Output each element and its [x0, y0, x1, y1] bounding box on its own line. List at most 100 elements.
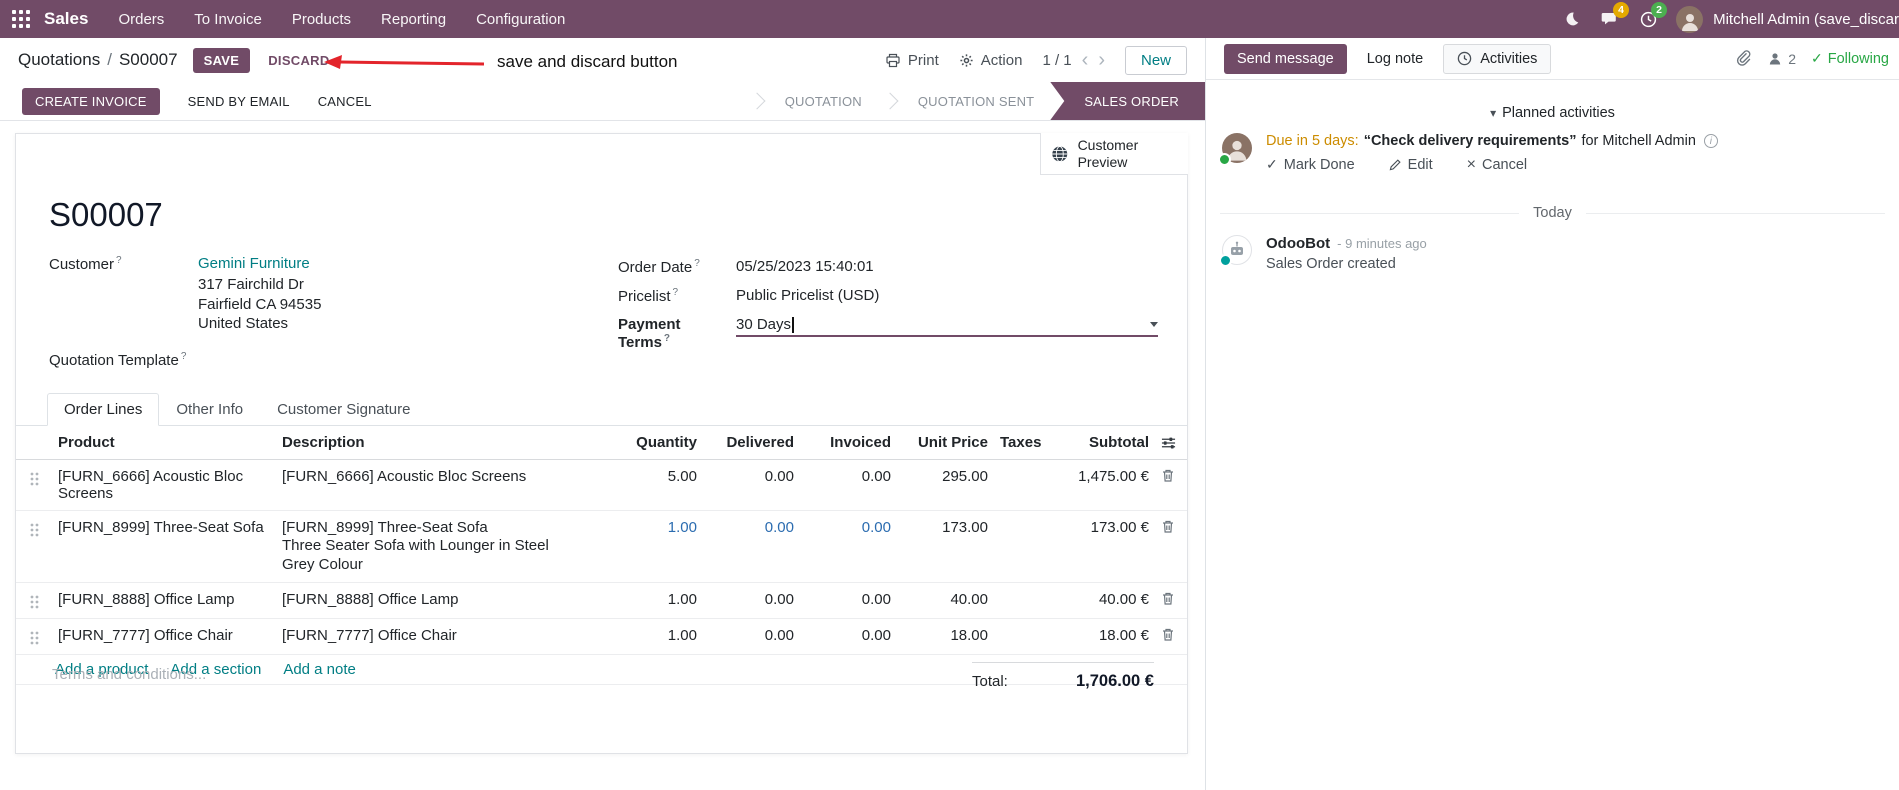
apps-grid-icon[interactable]	[12, 10, 30, 28]
gear-icon	[960, 53, 973, 67]
cell-product[interactable]: [FURN_6666] Acoustic Bloc Screens	[52, 459, 276, 511]
cell-quantity[interactable]: 1.00	[576, 510, 703, 583]
edit-activity-button[interactable]: Edit	[1389, 156, 1433, 173]
drag-handle-icon[interactable]	[16, 582, 52, 619]
payment-terms-field[interactable]: 30 Days	[736, 316, 1158, 337]
activity-item: Due in 5 days: “Check delivery requireme…	[1218, 133, 1899, 173]
save-button[interactable]: SAVE	[192, 47, 251, 73]
cell-invoiced[interactable]: 0.00	[800, 459, 897, 511]
planned-activities-toggle[interactable]: ▾ Planned activities	[1206, 105, 1899, 121]
cell-subtotal: 173.00 €	[1069, 510, 1155, 583]
cell-quantity[interactable]: 5.00	[576, 459, 703, 511]
cell-description[interactable]: [FURN_7777] Office Chair	[276, 618, 576, 655]
breadcrumb-quotations-link[interactable]: Quotations	[18, 50, 100, 70]
clock-icon	[1457, 51, 1472, 66]
menu-reporting[interactable]: Reporting	[381, 11, 446, 28]
paperclip-icon[interactable]	[1735, 50, 1752, 67]
delete-line-button[interactable]	[1155, 510, 1187, 583]
followers-button[interactable]: 2	[1767, 51, 1796, 67]
menu-products[interactable]: Products	[292, 11, 351, 28]
new-button[interactable]: New	[1124, 45, 1187, 75]
cell-taxes[interactable]	[994, 582, 1069, 619]
address-line: United States	[198, 315, 289, 332]
cell-unit-price[interactable]: 40.00	[897, 582, 994, 619]
delete-line-button[interactable]	[1155, 459, 1187, 511]
annotation-text: save and discard button	[497, 52, 678, 71]
log-note-button[interactable]: Log note	[1367, 51, 1423, 67]
messages-icon[interactable]: 4	[1600, 2, 1630, 29]
cell-description[interactable]: [FURN_8888] Office Lamp	[276, 582, 576, 619]
activities-button[interactable]: Activities	[1443, 43, 1552, 74]
cell-unit-price[interactable]: 18.00	[897, 618, 994, 655]
pricelist-field[interactable]: Public Pricelist (USD)	[736, 287, 879, 304]
user-name[interactable]: Mitchell Admin (save_discar	[1713, 11, 1899, 28]
terms-and-conditions-placeholder[interactable]: Terms and conditions...	[52, 666, 206, 683]
cancel-activity-button[interactable]: × Cancel	[1467, 156, 1527, 173]
menu-configuration[interactable]: Configuration	[476, 11, 565, 28]
cell-quantity[interactable]: 1.00	[576, 582, 703, 619]
cell-product[interactable]: [FURN_7777] Office Chair	[52, 618, 276, 655]
cancel-button[interactable]: CANCEL	[318, 94, 372, 109]
pager-count: 1 / 1	[1042, 51, 1072, 69]
cell-unit-price[interactable]: 173.00	[897, 510, 994, 583]
trash-icon	[1163, 592, 1173, 605]
tab-other-info[interactable]: Other Info	[159, 393, 260, 426]
following-button[interactable]: ✓ Following	[1811, 50, 1889, 67]
activity-avatar	[1218, 133, 1252, 166]
dropdown-caret-icon[interactable]	[1150, 322, 1158, 327]
activities-clock-icon[interactable]: 2	[1638, 2, 1668, 29]
column-settings-button[interactable]	[1155, 426, 1187, 460]
cell-description[interactable]: [FURN_8999] Three-Seat Sofa Three Seater…	[276, 510, 576, 583]
user-avatar[interactable]	[1676, 5, 1704, 33]
dark-mode-moon-icon[interactable]	[1562, 9, 1582, 29]
payment-terms-label: Payment Terms?	[618, 316, 681, 351]
cell-invoiced[interactable]: 0.00	[800, 582, 897, 619]
menu-to-invoice[interactable]: To Invoice	[194, 11, 262, 28]
order-date-field[interactable]: 05/25/2023 15:40:01	[736, 258, 874, 275]
cell-taxes[interactable]	[994, 459, 1069, 511]
cell-taxes[interactable]	[994, 510, 1069, 583]
info-icon[interactable]: i	[1703, 134, 1718, 148]
customer-preview-button[interactable]: Customer Preview	[1040, 133, 1188, 175]
cell-taxes[interactable]	[994, 618, 1069, 655]
cell-invoiced[interactable]: 0.00	[800, 618, 897, 655]
cell-delivered[interactable]: 0.00	[703, 510, 800, 583]
action-button[interactable]: Action	[959, 52, 1022, 69]
cell-description[interactable]: [FURN_6666] Acoustic Bloc Screens	[276, 459, 576, 511]
menu-orders[interactable]: Orders	[118, 11, 164, 28]
cell-delivered[interactable]: 0.00	[703, 582, 800, 619]
drag-handle-icon[interactable]	[16, 618, 52, 655]
drag-handle-icon[interactable]	[16, 510, 52, 583]
delete-line-button[interactable]	[1155, 582, 1187, 619]
stage-sales-order[interactable]: SALES ORDER	[1050, 82, 1205, 120]
customer-name-link[interactable]: Gemini Furniture	[198, 255, 310, 273]
cell-unit-price[interactable]: 295.00	[897, 459, 994, 511]
pager-previous-button[interactable]: ‹	[1082, 50, 1089, 70]
send-by-email-button[interactable]: SEND BY EMAIL	[188, 94, 290, 109]
print-button[interactable]: Print	[885, 52, 939, 69]
cell-invoiced[interactable]: 0.00	[800, 510, 897, 583]
mark-done-button[interactable]: ✓ Mark Done	[1266, 156, 1355, 173]
tab-order-lines[interactable]: Order Lines	[47, 393, 160, 426]
cell-product[interactable]: [FURN_8888] Office Lamp	[52, 582, 276, 619]
cell-delivered[interactable]: 0.00	[703, 618, 800, 655]
app-name[interactable]: Sales	[44, 9, 88, 29]
add-a-note-link[interactable]: Add a note	[283, 661, 356, 678]
send-message-button[interactable]: Send message	[1224, 43, 1347, 74]
table-row: [FURN_8888] Office Lamp [FURN_8888] Offi…	[16, 582, 1187, 619]
stage-quotation-sent[interactable]: QUOTATION SENT	[902, 82, 1050, 120]
discard-button[interactable]: DISCARD	[268, 53, 329, 68]
tab-customer-signature[interactable]: Customer Signature	[260, 393, 427, 426]
cell-quantity[interactable]: 1.00	[576, 618, 703, 655]
create-invoice-button[interactable]: CREATE INVOICE	[22, 87, 160, 115]
pager: 1 / 1 ‹ ›	[1042, 50, 1105, 70]
drag-handle-icon[interactable]	[16, 459, 52, 511]
total-label: Total:	[972, 673, 1008, 690]
pricelist-label: Pricelist?	[618, 287, 679, 305]
delete-line-button[interactable]	[1155, 618, 1187, 655]
cell-product[interactable]: [FURN_8999] Three-Seat Sofa	[52, 510, 276, 583]
cell-delivered[interactable]: 0.00	[703, 459, 800, 511]
pager-next-button[interactable]: ›	[1098, 50, 1105, 70]
customer-address: 317 Fairchild Dr Fairfield CA 94535 Unit…	[198, 275, 479, 334]
stage-quotation[interactable]: QUOTATION	[769, 82, 878, 120]
